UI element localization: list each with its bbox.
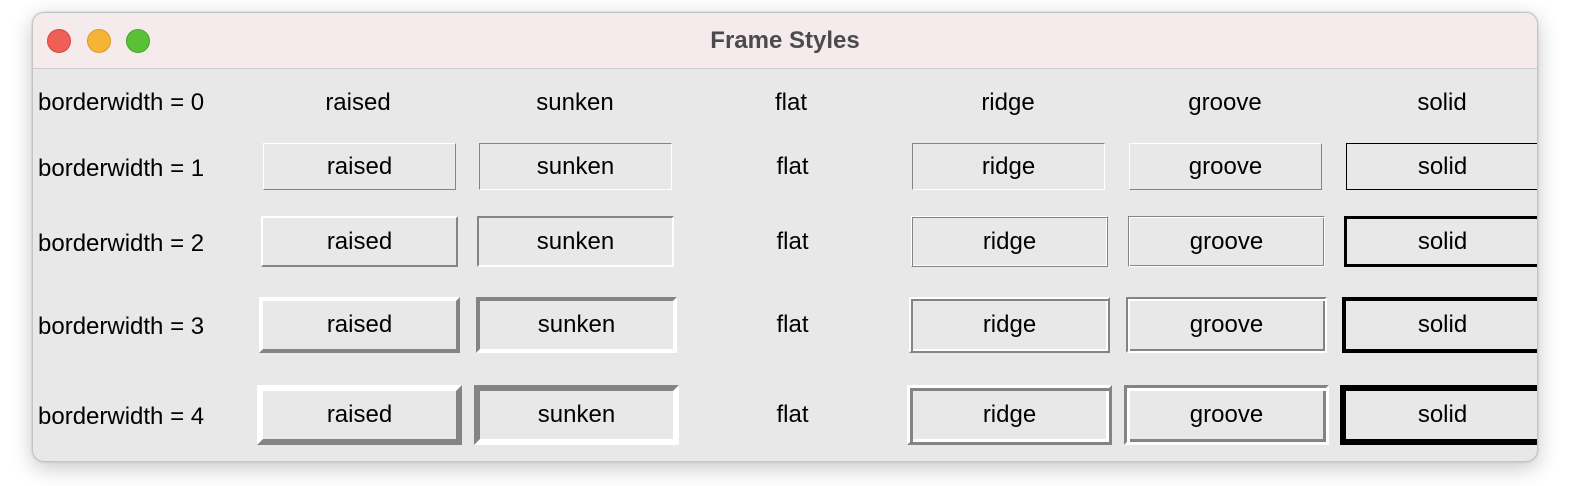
frame-groove-bw4: groove: [1124, 385, 1329, 445]
frame-sunken-bw3: sunken: [476, 297, 677, 353]
row-label-bw2: borderwidth = 2: [38, 230, 205, 257]
frame-ridge-bw2: ridge: [911, 216, 1108, 267]
row-label-bw3: borderwidth = 3: [38, 313, 205, 340]
frame-groove-bw2: groove: [1128, 216, 1325, 267]
frame-flat-bw3: flat: [692, 297, 893, 353]
frame-raised-bw3: raised: [259, 297, 460, 353]
frame-groove-bw0: groove: [1129, 87, 1321, 119]
frame-sunken-bw0: sunken: [479, 87, 671, 119]
frame-groove-bw1: groove: [1129, 143, 1322, 190]
row-label-bw1: borderwidth = 1: [38, 155, 205, 182]
frame-flat-bw4: flat: [690, 385, 895, 445]
frame-ridge-bw0: ridge: [912, 87, 1104, 119]
frame-raised-bw4: raised: [257, 385, 462, 445]
frame-solid-bw1: solid: [1346, 143, 1537, 190]
frame-styles-window: Frame Styles borderwidth = 0 borderwidth…: [32, 12, 1538, 462]
frame-solid-bw0: solid: [1346, 87, 1537, 119]
frame-sunken-bw1: sunken: [479, 143, 672, 190]
window-title: Frame Styles: [710, 27, 860, 54]
row-label-bw0: borderwidth = 0: [38, 89, 205, 116]
frame-raised-bw0: raised: [262, 87, 454, 119]
frame-flat-bw0: flat: [695, 87, 887, 119]
frame-flat-bw2: flat: [694, 216, 891, 267]
frame-ridge-bw1: ridge: [912, 143, 1105, 190]
frame-raised-bw1: raised: [263, 143, 456, 190]
frame-solid-bw4: solid: [1340, 385, 1537, 445]
frame-sunken-bw4: sunken: [474, 385, 679, 445]
frame-ridge-bw4: ridge: [907, 385, 1112, 445]
frame-groove-bw3: groove: [1126, 297, 1327, 353]
row-label-bw4: borderwidth = 4: [38, 403, 205, 430]
frame-raised-bw2: raised: [261, 216, 458, 267]
frame-solid-bw2: solid: [1344, 216, 1537, 267]
frame-sunken-bw2: sunken: [477, 216, 674, 267]
title-bar[interactable]: Frame Styles: [33, 13, 1537, 69]
frame-solid-bw3: solid: [1342, 297, 1537, 353]
frame-flat-bw1: flat: [696, 143, 889, 190]
frame-ridge-bw3: ridge: [909, 297, 1110, 353]
